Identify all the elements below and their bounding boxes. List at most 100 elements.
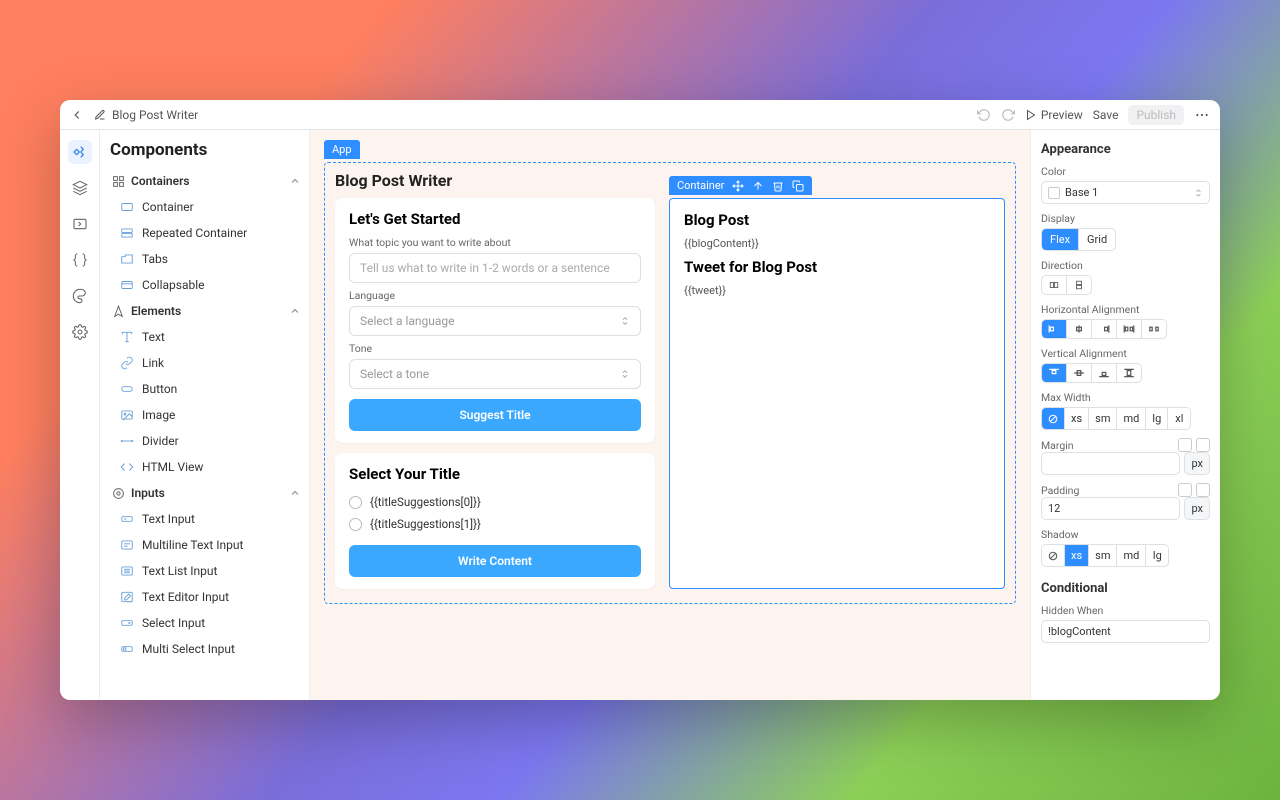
padding-unit[interactable]: px [1184, 497, 1210, 520]
shadow-lg[interactable]: lg [1146, 545, 1168, 566]
component-tabs[interactable]: Tabs [110, 246, 303, 272]
inputs-group-icon [112, 487, 125, 500]
display-flex[interactable]: Flex [1042, 229, 1079, 250]
maxw-sm[interactable]: sm [1089, 408, 1117, 429]
language-select[interactable]: Select a language [349, 306, 641, 336]
padding-expand-multi[interactable] [1196, 483, 1210, 497]
component-text[interactable]: Text [110, 324, 303, 350]
component-text-input[interactable]: Text Input [110, 506, 303, 532]
copy-icon[interactable] [792, 180, 804, 192]
more-button[interactable] [1194, 107, 1210, 123]
display-grid[interactable]: Grid [1079, 229, 1115, 250]
margin-expand-single[interactable] [1178, 438, 1192, 452]
hidden-when-input[interactable]: !blogContent [1041, 620, 1210, 643]
shadow-label: Shadow [1041, 528, 1210, 541]
card-select-title[interactable]: Select Your Title {{titleSuggestions[0]}… [335, 453, 655, 589]
halign-between[interactable] [1117, 320, 1142, 338]
blog-content-binding: {{blogContent}} [684, 237, 990, 250]
group-elements[interactable]: Elements [110, 298, 303, 324]
chevron-up-icon [289, 305, 301, 317]
margin-label: Margin [1041, 439, 1074, 452]
component-link[interactable]: Link [110, 350, 303, 376]
shadow-xs[interactable]: xs [1065, 545, 1089, 566]
title-option-0[interactable]: {{titleSuggestions[0]}} [349, 491, 641, 513]
save-button[interactable]: Save [1093, 108, 1119, 122]
suggest-title-button[interactable]: Suggest Title [349, 399, 641, 431]
component-multiline-input[interactable]: Multiline Text Input [110, 532, 303, 558]
component-text-editor-input[interactable]: Text Editor Input [110, 584, 303, 610]
halign-end[interactable] [1092, 320, 1117, 338]
shadow-toggle[interactable]: xs sm md lg [1041, 544, 1169, 567]
display-toggle[interactable]: Flex Grid [1041, 228, 1116, 251]
valign-center[interactable] [1067, 364, 1092, 382]
halign-toggle[interactable] [1041, 319, 1167, 339]
rail-settings-icon[interactable] [68, 320, 92, 344]
pencil-icon [94, 109, 106, 121]
chevron-updown-icon [620, 314, 630, 328]
redo-button[interactable] [1001, 108, 1015, 122]
appearance-heading: Appearance [1041, 142, 1210, 157]
topbar: Blog Post Writer Preview Save Publish [60, 100, 1220, 130]
write-content-button[interactable]: Write Content [349, 545, 641, 577]
rail-palette-icon[interactable] [68, 284, 92, 308]
direction-row[interactable] [1042, 276, 1067, 294]
component-select-input[interactable]: Select Input [110, 610, 303, 636]
padding-expand-single[interactable] [1178, 483, 1192, 497]
valign-start[interactable] [1042, 364, 1067, 382]
valign-end[interactable] [1092, 364, 1117, 382]
topic-input[interactable]: Tell us what to write in 1-2 words or a … [349, 253, 641, 283]
maxw-lg[interactable]: lg [1146, 408, 1168, 429]
group-containers[interactable]: Containers [110, 168, 303, 194]
rail-components-icon[interactable] [68, 140, 92, 164]
rail-layers-icon[interactable] [68, 176, 92, 200]
undo-button[interactable] [977, 108, 991, 122]
preview-button[interactable]: Preview [1025, 108, 1083, 122]
radio-icon [349, 496, 362, 509]
blog-post-heading: Blog Post [684, 211, 990, 229]
rail-braces-icon[interactable] [68, 248, 92, 272]
margin-input[interactable] [1041, 452, 1180, 475]
title-option-1[interactable]: {{titleSuggestions[1]}} [349, 513, 641, 535]
direction-toggle[interactable] [1041, 275, 1092, 295]
component-container[interactable]: Container [110, 194, 303, 220]
selected-container[interactable]: Blog Post {{blogContent}} Tweet for Blog… [669, 198, 1005, 589]
maxw-xl[interactable]: xl [1168, 408, 1190, 429]
maxw-none[interactable] [1042, 408, 1065, 429]
valign-stretch[interactable] [1117, 364, 1141, 382]
component-html-view[interactable]: HTML View [110, 454, 303, 480]
component-divider[interactable]: Divider [110, 428, 303, 454]
shadow-sm[interactable]: sm [1089, 545, 1117, 566]
arrow-up-icon[interactable] [752, 180, 764, 192]
canvas[interactable]: App Blog Post Writer Let's Get Started W… [310, 130, 1030, 700]
component-repeated-container[interactable]: Repeated Container [110, 220, 303, 246]
publish-button: Publish [1128, 105, 1184, 125]
maxw-xs[interactable]: xs [1065, 408, 1089, 429]
back-button[interactable] [70, 108, 84, 122]
maxw-toggle[interactable]: xs sm md lg xl [1041, 407, 1191, 430]
tone-select[interactable]: Select a tone [349, 359, 641, 389]
rail-panel-icon[interactable] [68, 212, 92, 236]
component-text-list-input[interactable]: Text List Input [110, 558, 303, 584]
app-frame[interactable]: Blog Post Writer Let's Get Started What … [324, 162, 1016, 604]
color-select[interactable]: Base 1 [1041, 181, 1210, 204]
component-collapsable[interactable]: Collapsable [110, 272, 303, 298]
component-multi-select-input[interactable]: Multi Select Input [110, 636, 303, 662]
margin-unit[interactable]: px [1184, 452, 1210, 475]
halign-center[interactable] [1067, 320, 1092, 338]
component-image[interactable]: Image [110, 402, 303, 428]
shadow-none[interactable] [1042, 545, 1065, 566]
maxw-md[interactable]: md [1117, 408, 1146, 429]
group-inputs[interactable]: Inputs [110, 480, 303, 506]
halign-start[interactable] [1042, 320, 1067, 338]
shadow-md[interactable]: md [1117, 545, 1146, 566]
padding-input[interactable]: 12 [1041, 497, 1180, 520]
direction-column[interactable] [1067, 276, 1091, 294]
valign-toggle[interactable] [1041, 363, 1142, 383]
app-chip[interactable]: App [324, 140, 360, 159]
card-get-started[interactable]: Let's Get Started What topic you want to… [335, 198, 655, 443]
move-icon[interactable] [732, 180, 744, 192]
component-button[interactable]: Button [110, 376, 303, 402]
halign-around[interactable] [1142, 320, 1166, 338]
trash-icon[interactable] [772, 180, 784, 192]
margin-expand-multi[interactable] [1196, 438, 1210, 452]
